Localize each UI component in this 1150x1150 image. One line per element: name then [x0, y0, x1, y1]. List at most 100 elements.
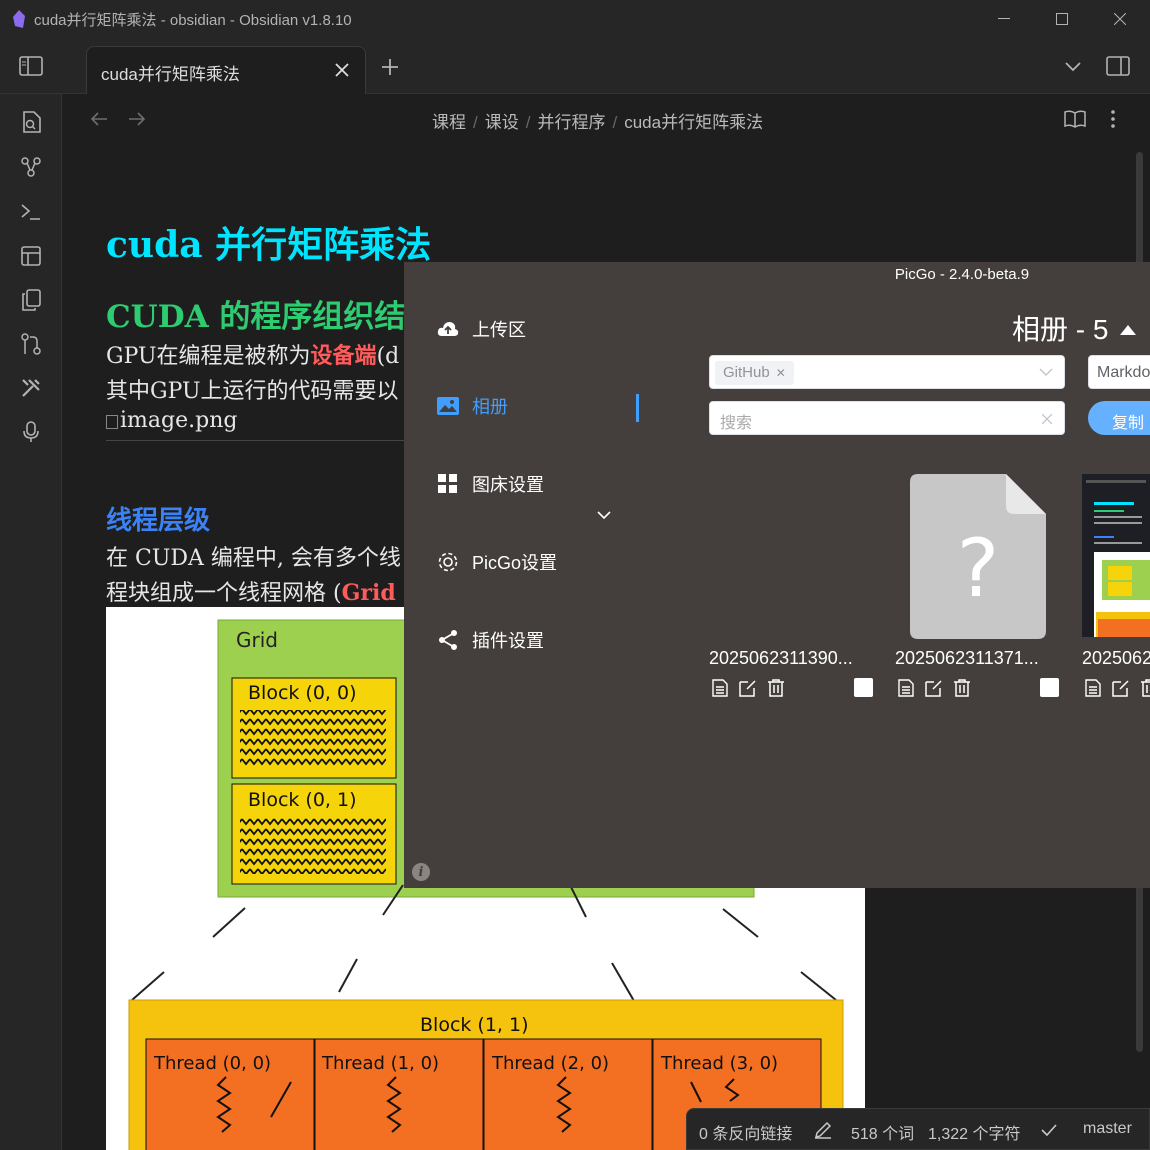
paragraph-grid: 程块组成一个线程网格 (Grid: [106, 580, 396, 606]
trash-icon[interactable]: [1135, 676, 1150, 700]
edit-icon[interactable]: [1107, 676, 1135, 700]
menu-plugin-settings[interactable]: 插件设置: [436, 625, 544, 655]
templates-icon[interactable]: [19, 244, 43, 268]
broken-image: image.png: [106, 408, 237, 433]
new-tab-icon[interactable]: [379, 56, 401, 78]
minimize-button[interactable]: [975, 0, 1033, 38]
heading-thread-hierarchy: 线程层级: [106, 506, 211, 536]
open-quick-switcher-icon[interactable]: [19, 110, 43, 134]
thread-label: Thread (2, 0): [492, 1053, 610, 1074]
select-checkbox[interactable]: [854, 678, 873, 697]
heading-program-organization: CUDA 的程序组织结: [106, 299, 406, 335]
thread-label: Thread (3, 0): [661, 1053, 779, 1074]
file-name: 2025062311371...: [895, 648, 1039, 668]
menu-label: 插件设置: [472, 631, 544, 651]
status-bar: 0 条反向链接 518 个词 1,322 个字符 master: [686, 1108, 1150, 1150]
tab-cuda[interactable]: cuda并行矩阵乘法: [86, 46, 366, 94]
edit-icon[interactable]: [734, 676, 762, 700]
active-indicator: [636, 394, 639, 422]
menu-label: 图床设置: [472, 475, 544, 495]
more-options-icon[interactable]: [1102, 108, 1124, 130]
trash-icon[interactable]: [762, 676, 790, 700]
file-text-icon[interactable]: [892, 676, 920, 700]
clear-icon[interactable]: [1040, 412, 1054, 426]
file-text-icon[interactable]: [1079, 676, 1107, 700]
menu-image-host-settings[interactable]: 图床设置: [436, 469, 544, 499]
window-title: cuda并行矩阵乘法 - obsidian - Obsidian v1.8.10: [34, 11, 352, 29]
checkmark-icon: [1039, 1120, 1059, 1140]
breadcrumb-item[interactable]: 课程: [432, 113, 466, 132]
chevron-down-icon[interactable]: [594, 508, 614, 522]
block-label: Block (0, 0): [248, 682, 357, 704]
block-label: Block (0, 1): [248, 789, 357, 811]
edit-icon[interactable]: [920, 676, 948, 700]
backlinks-count[interactable]: 0 条反向链接: [699, 1120, 792, 1144]
left-ribbon: [0, 94, 62, 1150]
edit-pencil-icon[interactable]: [813, 1120, 833, 1140]
search-input[interactable]: 搜索: [709, 401, 1065, 435]
trash-icon[interactable]: [948, 676, 976, 700]
graph-view-icon[interactable]: [19, 155, 43, 179]
select-checkbox[interactable]: [1040, 678, 1059, 697]
menu-upload[interactable]: 上传区: [436, 314, 526, 344]
picgo-title: PicGo - 2.4.0-beta.9: [894, 266, 1030, 283]
broken-image-icon: [106, 415, 118, 429]
terminal-icon[interactable]: [19, 200, 43, 224]
paragraph-gpu-code: 其中GPU上运行的代码需要以: [106, 379, 399, 404]
file-actions: [892, 676, 976, 700]
file-name: 2025062311390...: [709, 648, 853, 668]
missing-image-thumbnail[interactable]: ?: [910, 474, 1046, 644]
tools-icon[interactable]: [19, 376, 43, 400]
file-name: 2025062: [1082, 648, 1150, 668]
copy-files-icon[interactable]: [19, 288, 43, 312]
paste-format-select[interactable]: Markdo: [1088, 355, 1150, 389]
copy-button[interactable]: 复制: [1088, 401, 1150, 435]
reading-view-icon[interactable]: [1063, 108, 1087, 130]
menu-album[interactable]: 相册: [436, 391, 508, 421]
menu-label: 相册: [472, 397, 508, 417]
chevron-down-icon[interactable]: [1062, 57, 1084, 77]
block-label: Block (1, 1): [420, 1014, 529, 1036]
obsidian-logo-icon: [13, 10, 25, 28]
file-actions: [1079, 676, 1150, 700]
breadcrumb-item[interactable]: 课设: [485, 113, 519, 132]
word-count: 518 个词: [851, 1126, 915, 1143]
menu-picgo-settings[interactable]: PicGo设置: [436, 547, 557, 577]
image-icon: [436, 394, 460, 418]
right-sidebar-toggle-icon[interactable]: [1105, 54, 1131, 78]
grid-icon: [436, 472, 460, 496]
title-bar: cuda并行矩阵乘法 - obsidian - Obsidian v1.8.10: [0, 0, 1150, 38]
paragraph-threads: 在 CUDA 编程中, 会有多个线: [106, 546, 401, 571]
menu-label: PicGo设置: [472, 553, 558, 573]
forward-arrow-icon[interactable]: [126, 108, 148, 130]
back-arrow-icon[interactable]: [88, 108, 110, 130]
chip-close-icon[interactable]: ✕: [776, 366, 786, 380]
sidebar-toggle-icon[interactable]: [18, 54, 44, 78]
picgo-sidebar: 上传区 相册 图床设置 PicGo设置 插件设置: [404, 292, 644, 888]
maximize-button[interactable]: [1033, 0, 1091, 38]
screenshot-thumbnail[interactable]: [1082, 474, 1150, 642]
image-host-filter[interactable]: GitHub ✕: [709, 355, 1065, 389]
breadcrumb-item[interactable]: 并行程序: [537, 113, 605, 132]
caret-up-icon[interactable]: [1120, 325, 1137, 335]
char-count: 1,322 个字符: [928, 1126, 1021, 1143]
thread-label: Thread (0, 0): [154, 1053, 272, 1074]
info-icon[interactable]: i: [412, 863, 430, 881]
svg-text:?: ?: [957, 522, 999, 615]
git-compare-icon[interactable]: [19, 332, 43, 356]
file-text-icon[interactable]: [706, 676, 734, 700]
gear-icon: [436, 550, 460, 574]
note-title: cuda 并行矩阵乘法: [106, 224, 432, 266]
thread-label: Thread (1, 0): [322, 1053, 440, 1074]
microphone-icon[interactable]: [19, 420, 43, 444]
breadcrumb-item[interactable]: cuda并行矩阵乘法: [624, 113, 763, 132]
grid-label: Grid: [236, 628, 278, 652]
close-window-button[interactable]: [1091, 0, 1149, 38]
git-branch[interactable]: master: [1083, 1120, 1132, 1138]
close-tab-icon[interactable]: [333, 61, 351, 79]
menu-label: 上传区: [472, 320, 526, 340]
share-icon: [436, 628, 460, 652]
chevron-down-icon: [1038, 367, 1054, 377]
paragraph-device: GPU在编程是被称为设备端(d: [106, 343, 400, 369]
breadcrumb: 课程 / 课设 / 并行程序 / cuda并行矩阵乘法: [432, 113, 764, 132]
